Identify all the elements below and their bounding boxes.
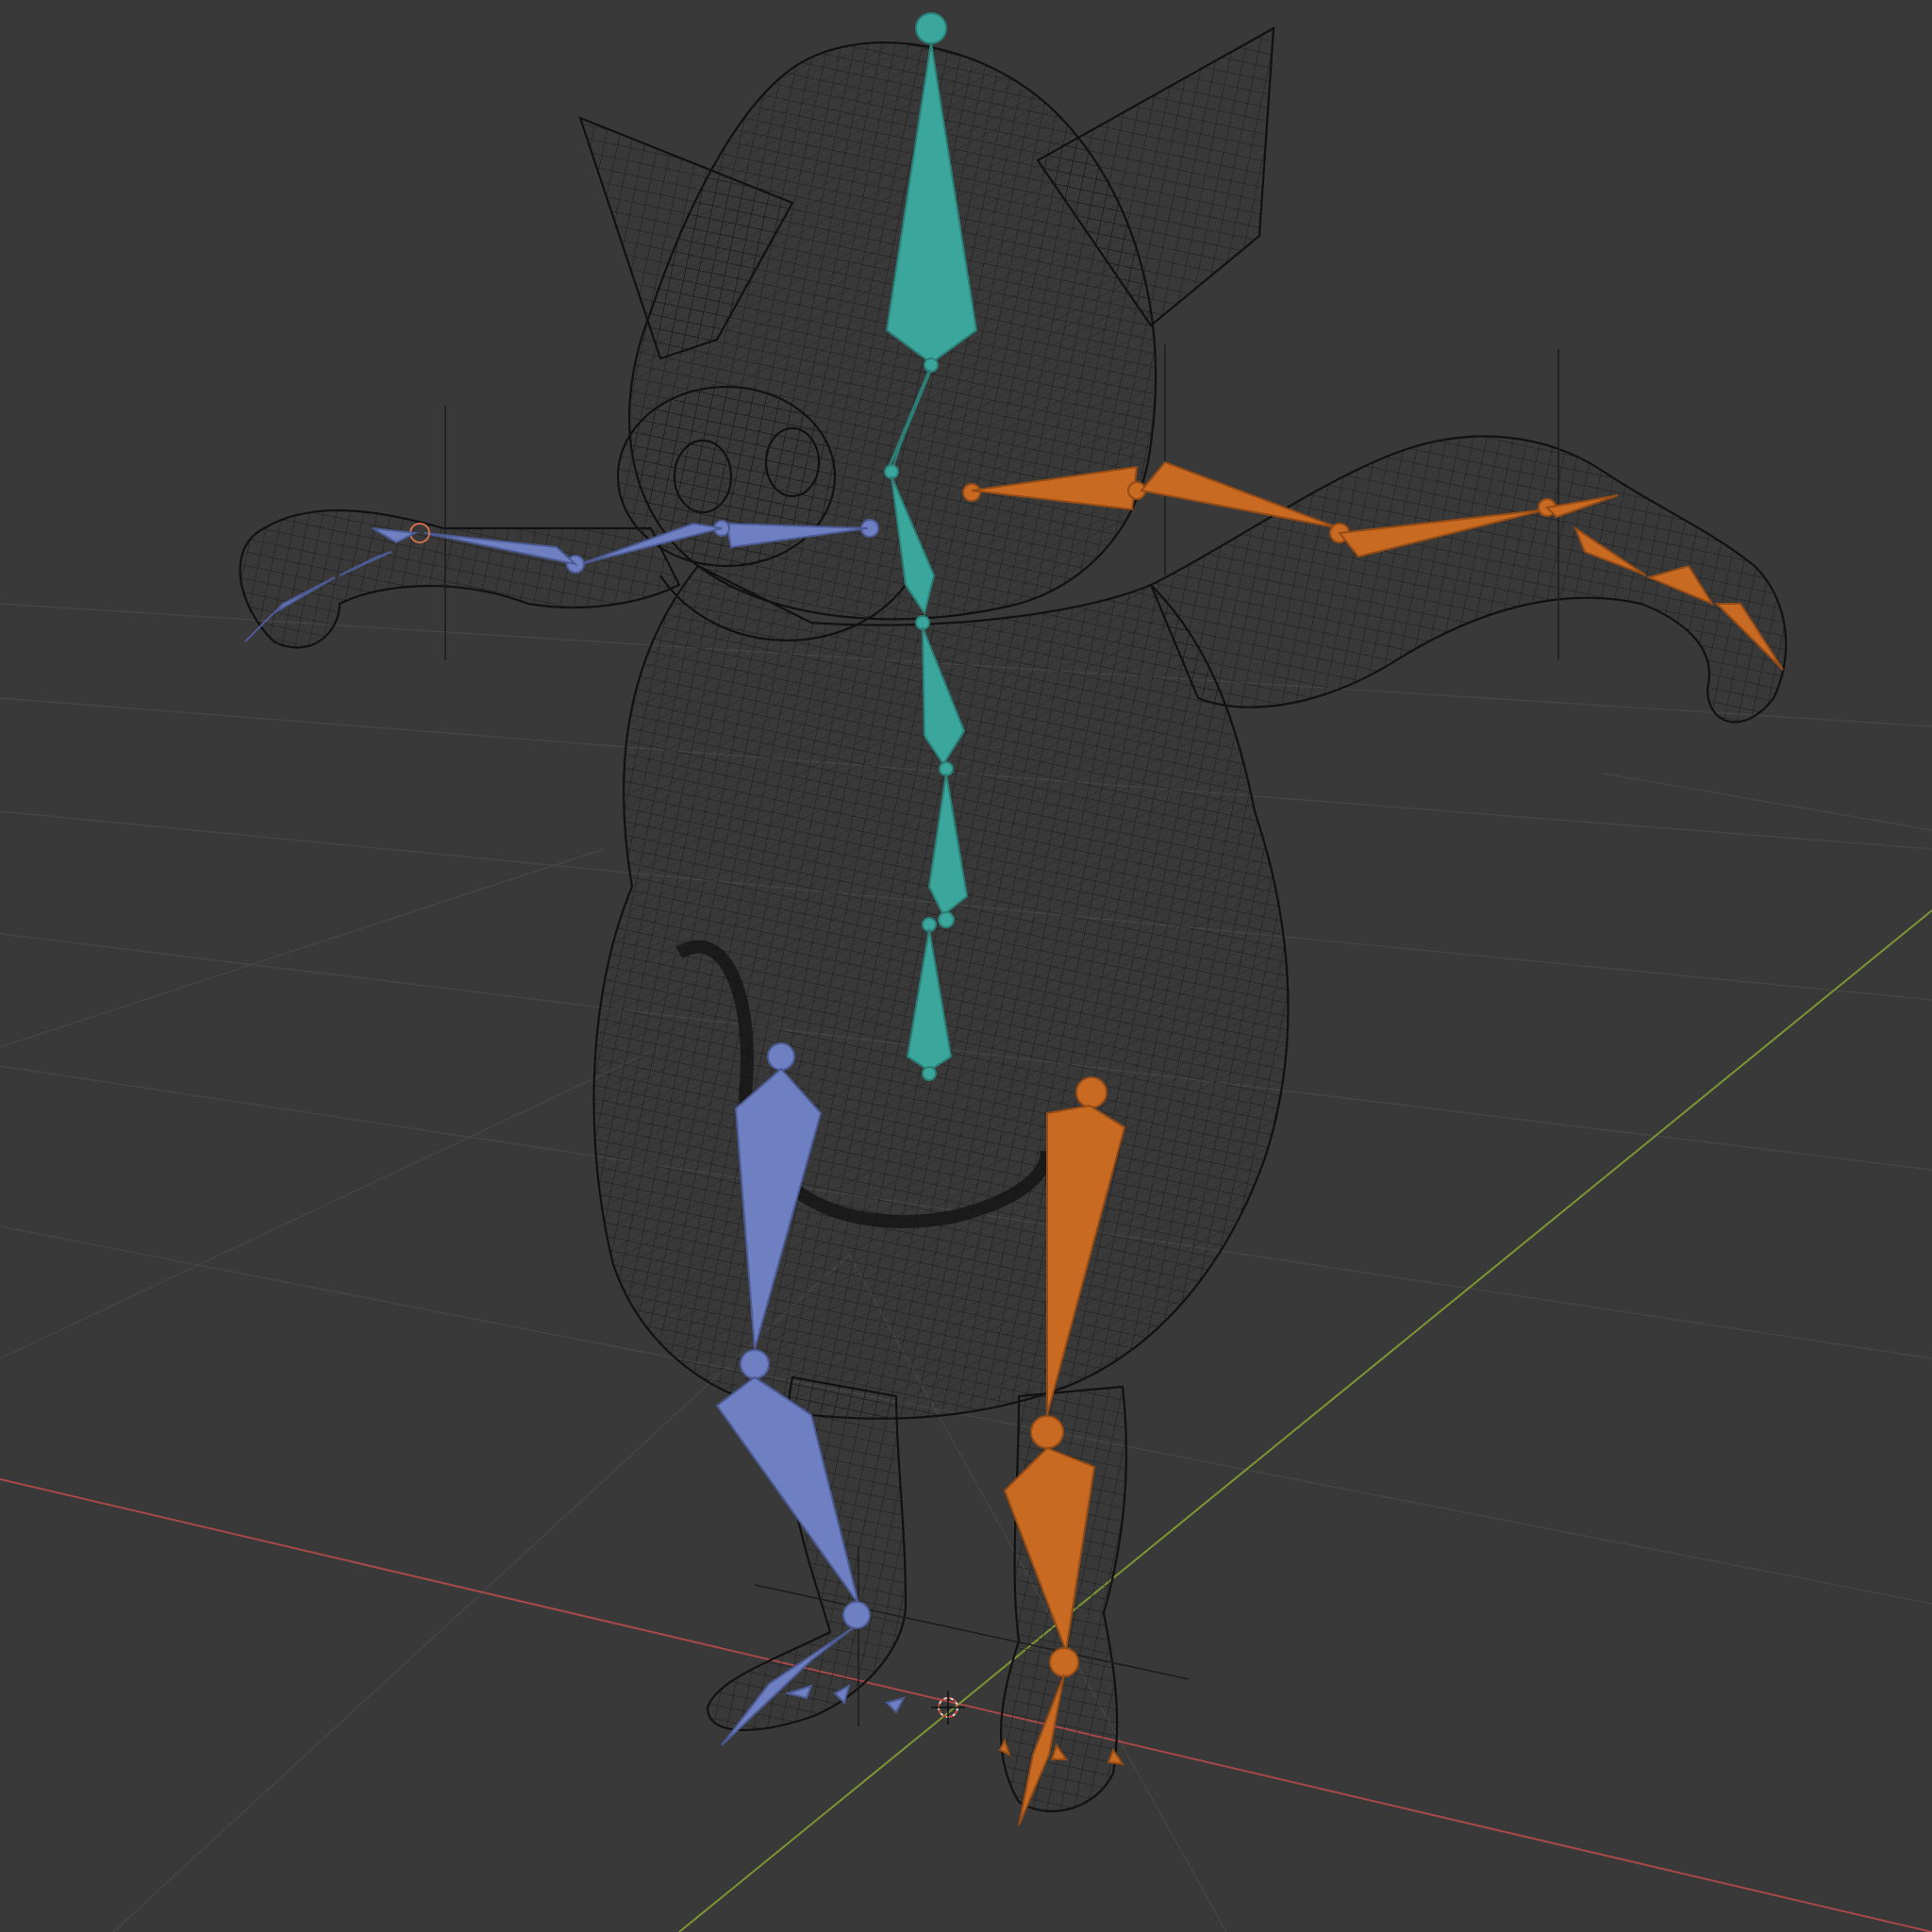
character-mesh-wireframe[interactable] xyxy=(239,26,1788,1813)
viewport-canvas[interactable] xyxy=(0,0,1932,1932)
3d-viewport[interactable] xyxy=(0,0,1932,1932)
head-bone-tip xyxy=(915,12,947,44)
3d-cursor-icon[interactable] xyxy=(931,1690,965,1724)
